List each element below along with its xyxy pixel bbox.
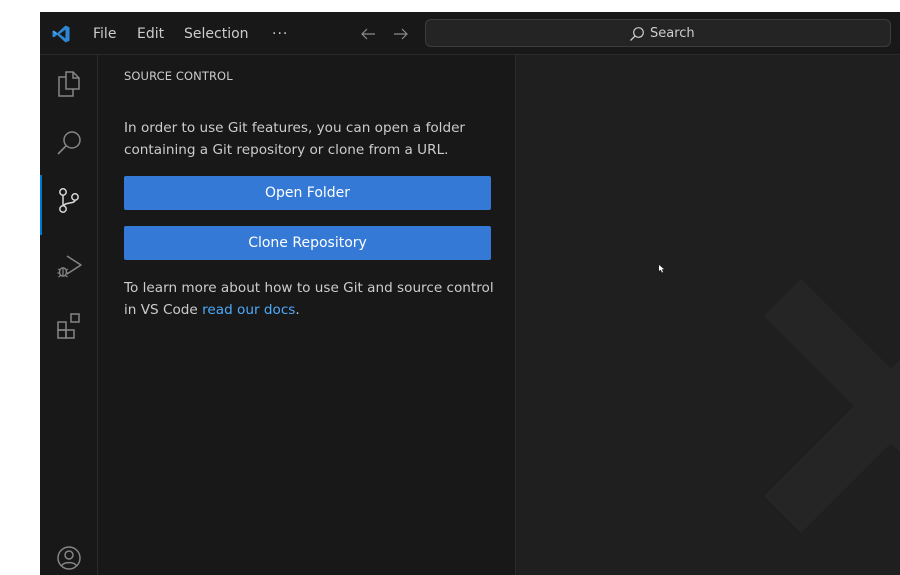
source-control-sidebar: SOURCE CONTROL In order to use Git featu… (98, 55, 516, 575)
open-folder-button[interactable]: Open Folder (124, 176, 491, 210)
read-docs-link[interactable]: read our docs (202, 302, 295, 318)
activity-run-debug[interactable] (40, 238, 97, 296)
activity-bar (40, 55, 98, 575)
activity-explorer[interactable] (40, 55, 97, 113)
extensions-icon (57, 313, 80, 339)
clone-repository-button[interactable]: Clone Repository (124, 226, 491, 260)
activity-search[interactable] (40, 115, 97, 173)
search-icon (630, 27, 644, 41)
vscode-logo-icon[interactable] (51, 24, 71, 44)
vscode-watermark-icon (764, 279, 900, 533)
run-debug-icon (57, 255, 82, 278)
sidebar-learn-text: To learn more about how to use Git and s… (124, 277, 494, 321)
arrow-right-icon[interactable] (392, 25, 410, 43)
menu-file[interactable]: File (93, 24, 116, 44)
command-center-search[interactable]: Search (425, 19, 891, 47)
account-icon (57, 546, 81, 570)
explorer-icon (58, 71, 80, 97)
activity-source-control[interactable] (40, 172, 97, 235)
mouse-cursor-icon (659, 265, 664, 273)
sidebar-title: SOURCE CONTROL (124, 69, 233, 83)
arrow-left-icon[interactable] (359, 25, 377, 43)
title-bar: File Edit Selection ··· Search (40, 12, 900, 55)
activity-extensions[interactable] (40, 297, 97, 355)
sidebar-intro-text: In order to use Git features, you can op… (124, 120, 466, 158)
menu-more-button[interactable]: ··· (272, 24, 288, 44)
activity-account[interactable] (40, 530, 97, 575)
vscode-window: File Edit Selection ··· Search SOURCE CO… (40, 12, 900, 575)
menu-selection[interactable]: Selection (184, 24, 249, 44)
source-control-icon (59, 188, 79, 213)
menu-edit[interactable]: Edit (137, 24, 164, 44)
learn-text-suffix: . (295, 302, 300, 318)
search-icon (57, 131, 81, 155)
learn-text-prefix: To learn more about how to use Git and s… (124, 280, 494, 318)
search-label: Search (650, 26, 695, 41)
editor-area (516, 55, 900, 575)
